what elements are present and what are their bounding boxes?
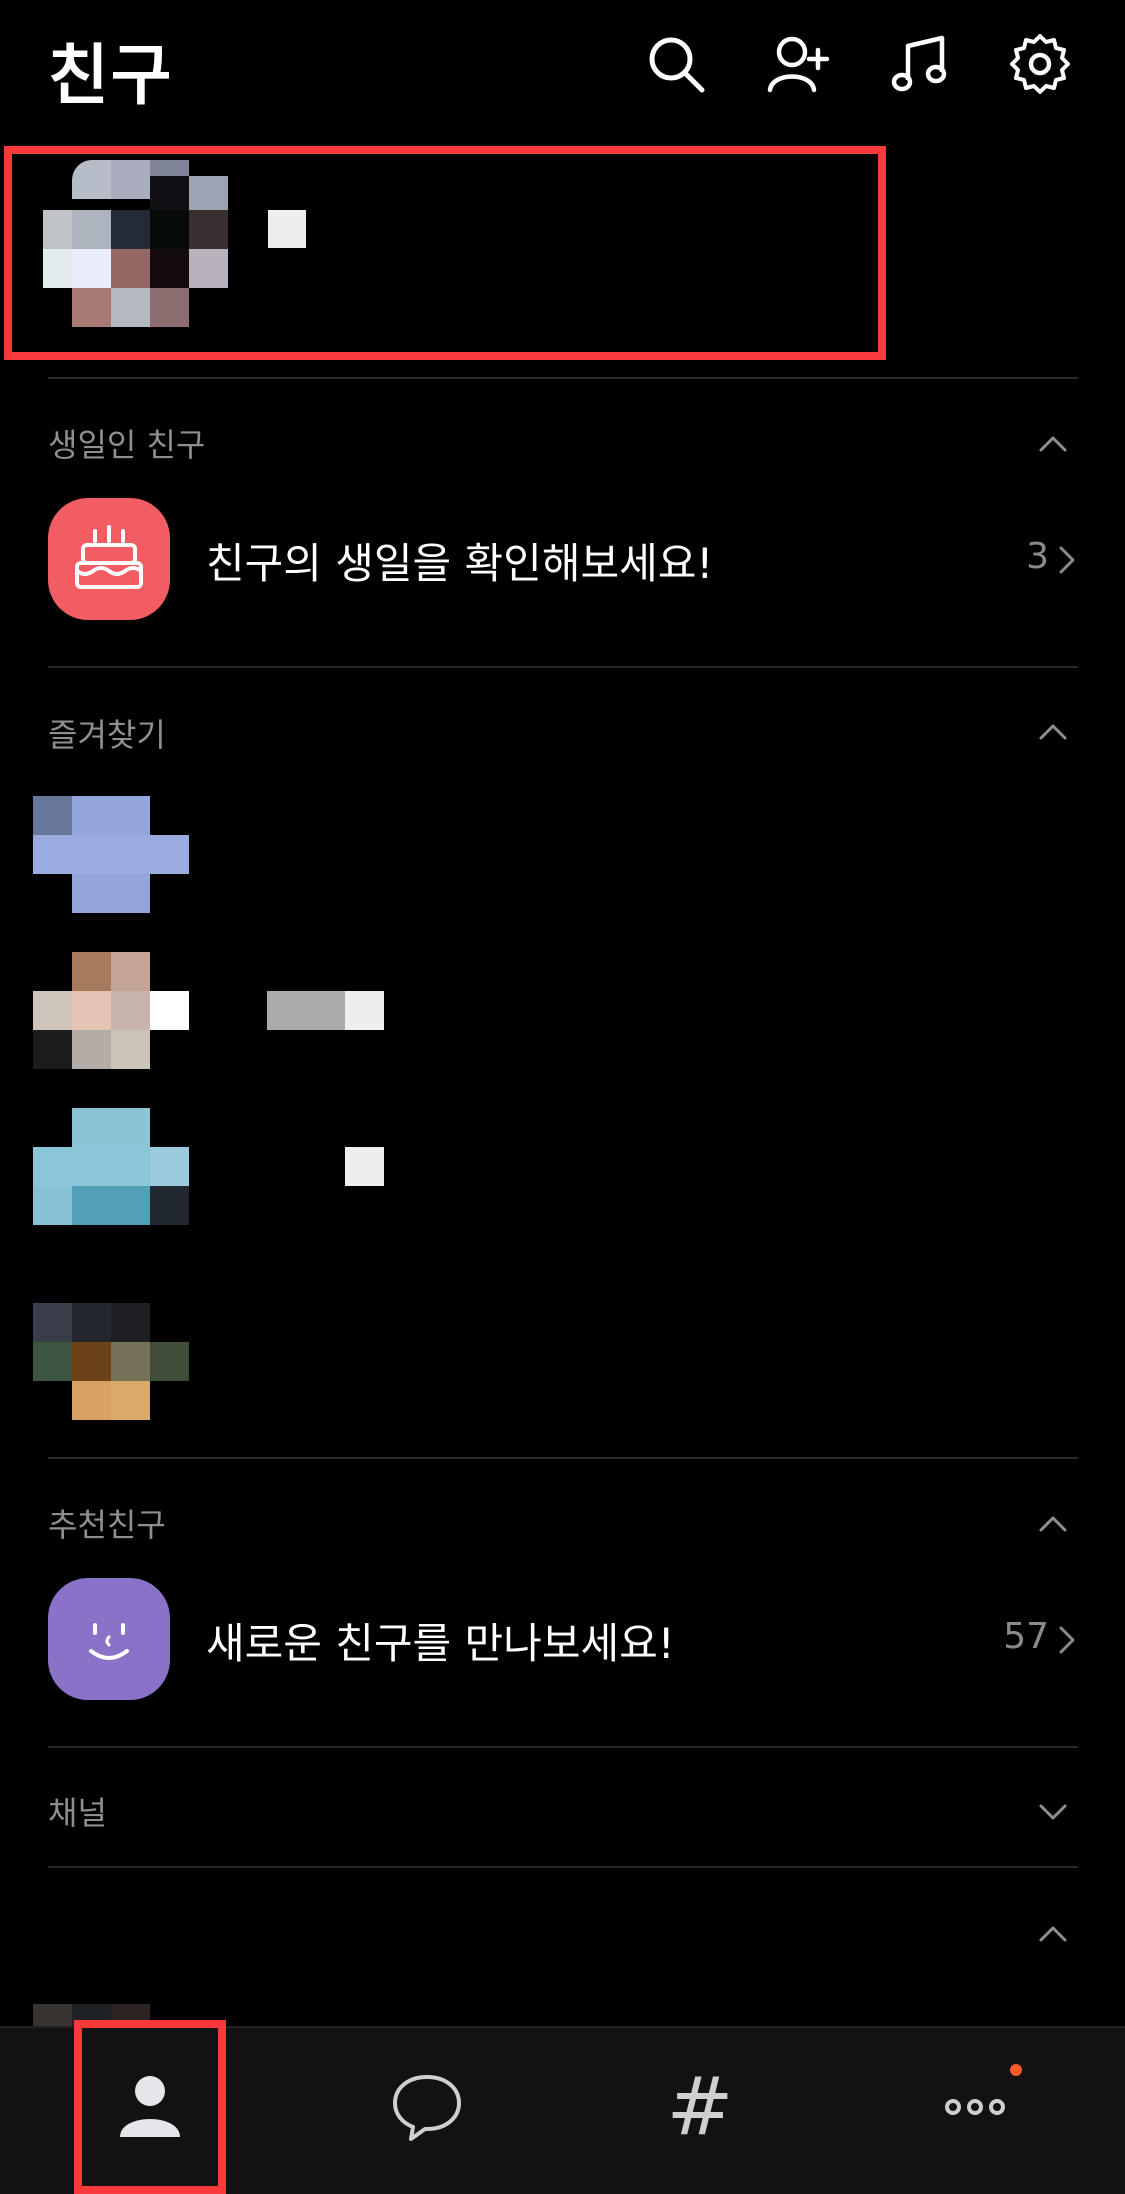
divider: [48, 1866, 1078, 1868]
chat-icon[interactable]: [382, 2062, 472, 2152]
page-title: 친구: [48, 37, 174, 114]
friend-name-redacted: [345, 991, 384, 1030]
search-icon[interactable]: [640, 28, 712, 100]
section-title-channel: 채널: [48, 1794, 107, 1832]
divider: [48, 666, 1078, 668]
divider: [48, 377, 1078, 379]
collapse-caret-up-icon[interactable]: [1033, 712, 1073, 752]
settings-icon[interactable]: [1004, 28, 1076, 100]
chevron-right-icon: [1051, 1620, 1081, 1660]
birthday-count: 3: [1026, 536, 1049, 577]
profile-highlight-box: [4, 146, 886, 360]
nav-highlight-box: [74, 2020, 226, 2194]
chevron-right-icon: [1051, 540, 1081, 580]
recommended-count: 57: [1003, 1616, 1049, 1657]
divider: [48, 1746, 1078, 1748]
more-icon[interactable]: [930, 2062, 1020, 2152]
section-title-recommended: 추천친구: [48, 1506, 166, 1544]
friend-name-redacted: [267, 991, 345, 1030]
cake-icon: [48, 498, 170, 620]
collapse-caret-up-icon[interactable]: [1033, 424, 1073, 464]
section-title-favorites: 즐겨찾기: [48, 716, 166, 754]
recommended-row-label: 새로운 친구를 만나보세요!: [206, 1619, 675, 1668]
birthday-row-label: 친구의 생일을 확인해보세요!: [206, 539, 714, 588]
friends-screen: 친구 생일인 친구 친구의 생일을 확인해보세요! 3 즐겨찾기 추천친구 새로…: [0, 0, 1125, 2194]
header: 친구: [0, 0, 1125, 130]
divider: [48, 1457, 1078, 1459]
notification-dot: [1010, 2064, 1022, 2076]
section-title-birthday: 생일인 친구: [48, 426, 206, 464]
add-friend-icon[interactable]: [762, 28, 834, 100]
friend-name-redacted: [345, 1147, 384, 1186]
smile-icon: [48, 1578, 170, 1700]
hashtag-icon[interactable]: #: [655, 2062, 745, 2152]
music-icon[interactable]: [884, 28, 956, 100]
collapse-caret-up-icon[interactable]: [1033, 1914, 1073, 1954]
expand-caret-down-icon[interactable]: [1033, 1792, 1073, 1832]
collapse-caret-up-icon[interactable]: [1033, 1504, 1073, 1544]
